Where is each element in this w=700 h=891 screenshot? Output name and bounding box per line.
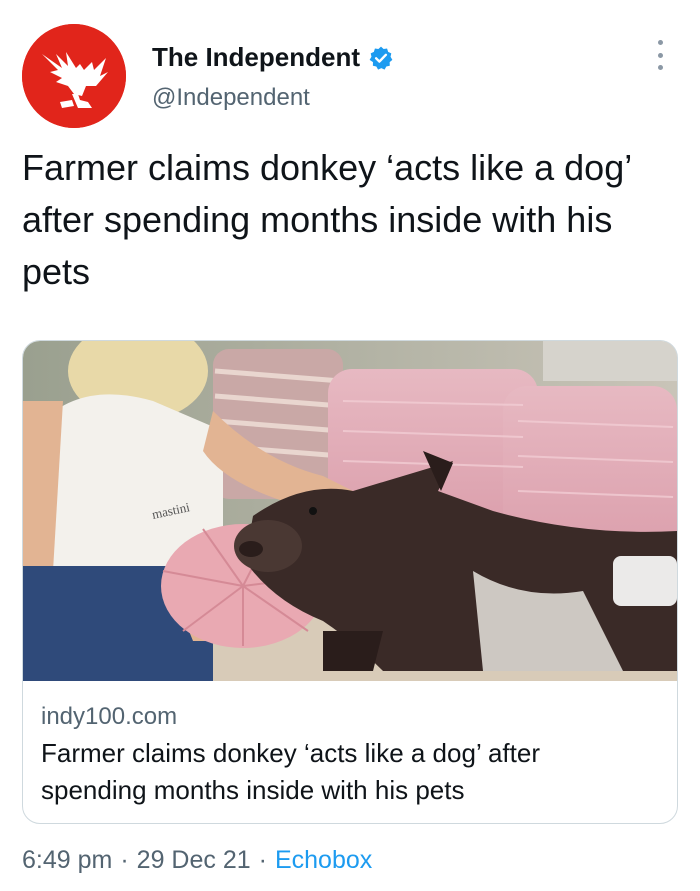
card-title: Farmer claims donkey ‘acts like a dog’ a… <box>41 738 541 805</box>
link-card[interactable]: mastini indy100.com Farmer claims donkey… <box>22 340 678 824</box>
author-handle[interactable]: @Independent <box>152 84 310 112</box>
more-options-icon[interactable] <box>650 40 670 70</box>
verified-badge-icon <box>369 46 393 70</box>
tweet-time[interactable]: 6:49 pm <box>22 846 112 875</box>
tweet-date[interactable]: 29 Dec 21 <box>137 846 251 875</box>
tweet-source-link[interactable]: Echobox <box>275 846 372 875</box>
tweet-text: Farmer claims donkey ‘acts like a dog’ a… <box>22 147 631 292</box>
card-domain: indy100.com <box>41 703 178 730</box>
meta-separator: · <box>120 846 129 874</box>
author-name-row: The Independent <box>152 42 394 73</box>
avatar[interactable] <box>22 24 126 128</box>
meta-separator: · <box>258 846 267 874</box>
donkey-photo: mastini <box>23 341 677 681</box>
eagle-logo-icon <box>22 24 126 128</box>
tweet-meta: 6:49 pm · 29 Dec 21 · Echobox <box>22 846 372 875</box>
author-display-name[interactable]: The Independent <box>152 42 360 73</box>
card-image: mastini <box>23 341 677 681</box>
